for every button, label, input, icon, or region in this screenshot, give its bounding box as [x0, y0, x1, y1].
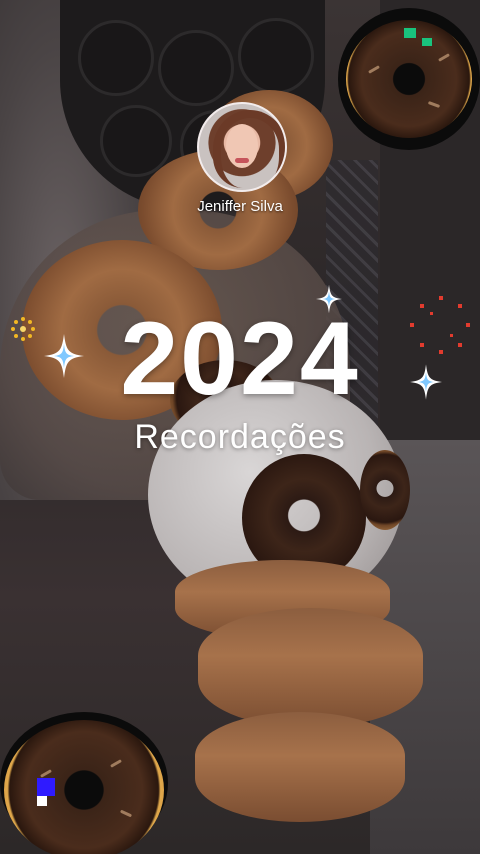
donut-stack-photo [198, 608, 423, 728]
pixel-accent [404, 28, 416, 38]
profile-name[interactable]: Jeniffer Silva [0, 198, 480, 215]
pixel-accent [422, 38, 432, 46]
pixel-accent [37, 778, 55, 796]
donut-sticker [0, 712, 168, 854]
donut-sticker [338, 8, 480, 150]
memories-story[interactable]: Jeniffer Silva 2024 Recordações [0, 0, 480, 854]
donut-stack-photo [195, 712, 405, 822]
year-title: 2024 [120, 301, 360, 417]
pixel-accent [37, 796, 47, 806]
memories-subtitle: Recordações [134, 418, 346, 456]
profile-avatar[interactable] [197, 102, 287, 192]
donut-photo [360, 450, 410, 530]
